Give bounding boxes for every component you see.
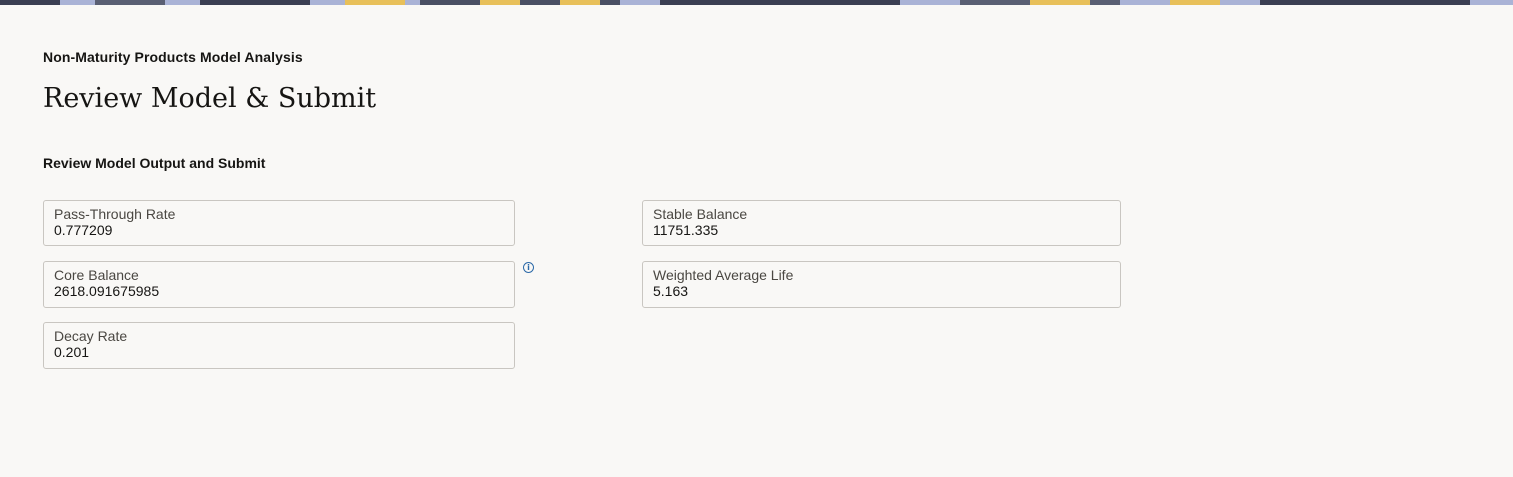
pass-through-rate-field[interactable]: Pass-Through Rate 0.777209 (43, 200, 515, 246)
field-label: Stable Balance (653, 206, 748, 222)
decay-rate-field[interactable]: Decay Rate 0.201 (43, 322, 515, 369)
field-value: 0.777209 (54, 222, 113, 238)
info-icon[interactable]: i (523, 262, 534, 273)
field-label: Core Balance (54, 267, 139, 283)
decorative-banner (0, 0, 1513, 5)
page-title: Review Model & Submit (43, 83, 377, 114)
field-label: Decay Rate (54, 328, 128, 344)
field-value: 0.201 (54, 344, 90, 360)
breadcrumb: Non-Maturity Products Model Analysis (43, 49, 303, 65)
field-label: Weighted Average Life (653, 267, 794, 283)
stable-balance-field[interactable]: Stable Balance 11751.335 (642, 200, 1121, 246)
field-value: 5.163 (653, 283, 689, 299)
field-label: Pass-Through Rate (54, 206, 176, 222)
field-value: 11751.335 (653, 222, 719, 238)
field-value: 2618.091675985 (54, 283, 160, 299)
section-title: Review Model Output and Submit (43, 155, 266, 171)
core-balance-field[interactable]: Core Balance 2618.091675985 (43, 261, 515, 308)
weighted-average-life-field[interactable]: Weighted Average Life 5.163 (642, 261, 1121, 308)
